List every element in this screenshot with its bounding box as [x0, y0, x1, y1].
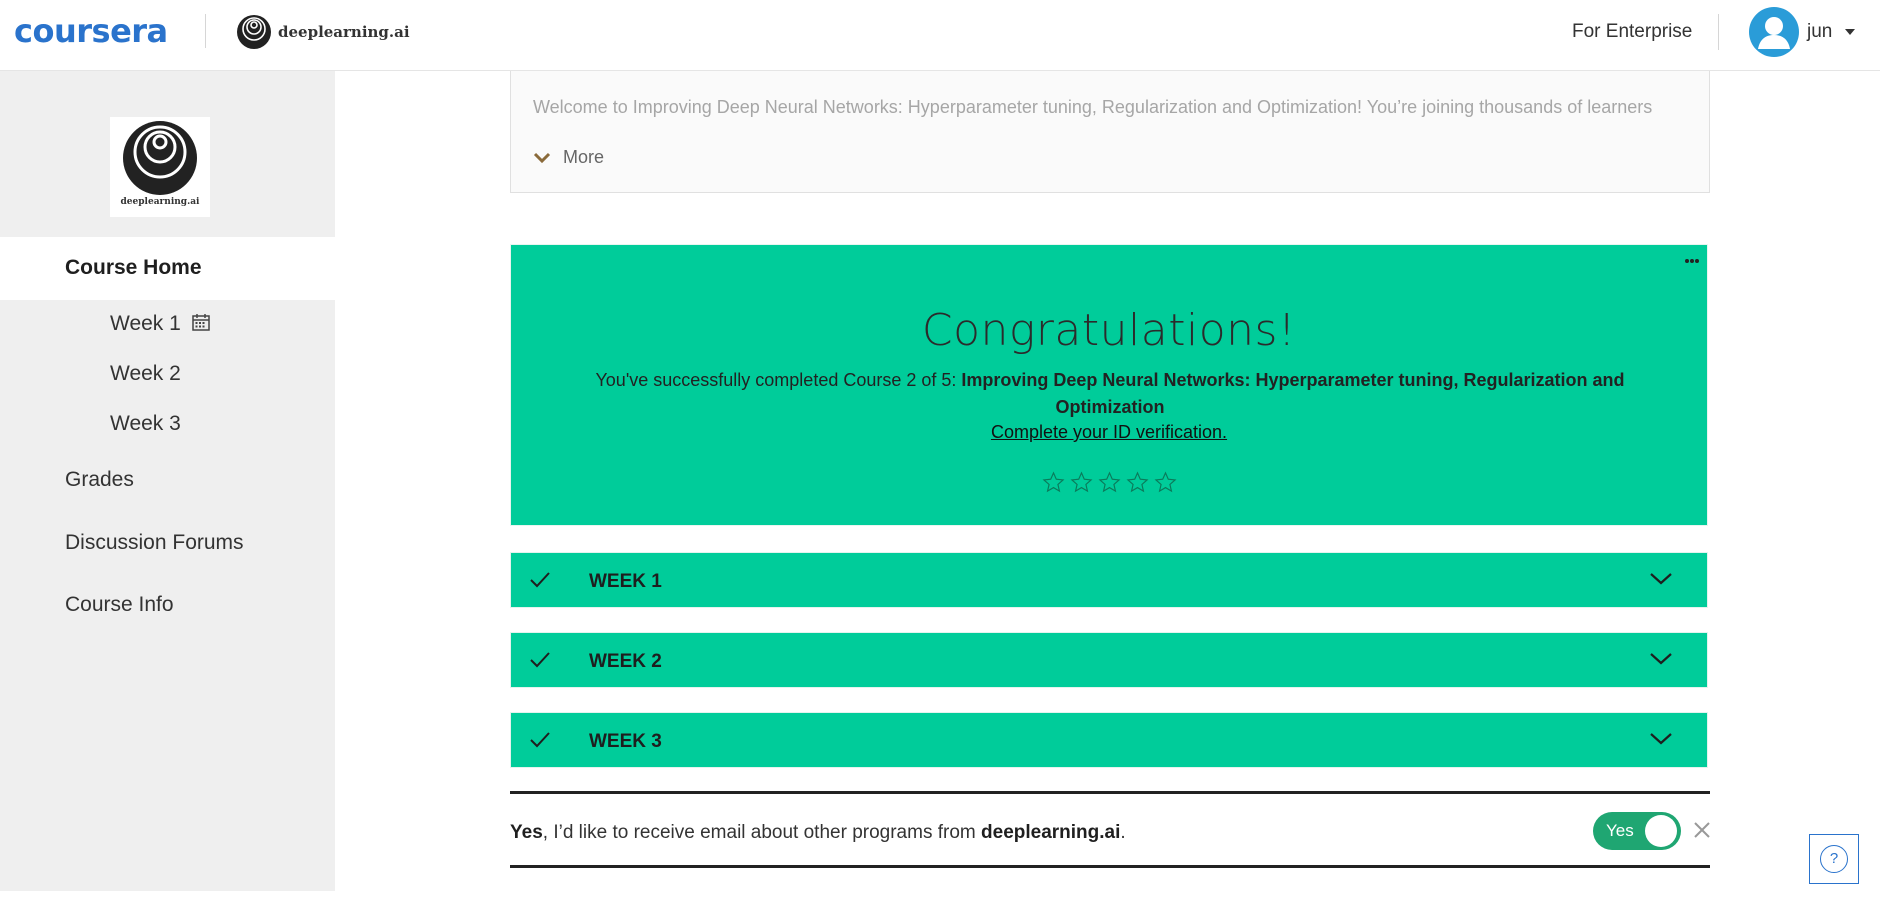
caret-down-icon[interactable]	[1845, 29, 1855, 35]
week-2-section[interactable]: WEEK 2	[510, 632, 1708, 688]
username[interactable]: jun	[1807, 21, 1832, 43]
sidebar-item-week-1[interactable]: Week 1	[110, 312, 181, 336]
help-icon: ?	[1820, 845, 1848, 873]
checkmark-icon	[530, 572, 550, 588]
email-optin-toggle[interactable]: Yes	[1593, 812, 1681, 850]
week-1-section[interactable]: WEEK 1	[510, 552, 1708, 608]
star-icon[interactable]	[1042, 471, 1065, 494]
completion-prefix: You've successfully completed Course 2 o…	[595, 370, 962, 390]
partner-name: deeplearning.ai	[278, 23, 410, 41]
optin-end: .	[1120, 822, 1126, 843]
user-icon	[1758, 17, 1790, 49]
checkmark-icon	[530, 652, 550, 668]
sidebar-item-week-2[interactable]: Week 2	[110, 362, 181, 386]
star-icon[interactable]	[1098, 471, 1121, 494]
top-header: coursera deeplearning.ai For Enterprise …	[0, 0, 1880, 71]
sidebar-item-grades[interactable]: Grades	[65, 468, 134, 492]
deeplearning-logo-icon	[237, 15, 271, 49]
header-divider	[205, 14, 206, 48]
optin-org: deeplearning.ai	[981, 822, 1121, 843]
week-label: WEEK 1	[589, 571, 662, 592]
toggle-label: Yes	[1606, 821, 1634, 840]
congratulations-banner: Congratulations! You've successfully com…	[510, 244, 1708, 526]
star-icon[interactable]	[1154, 471, 1177, 494]
star-icon[interactable]	[1070, 471, 1093, 494]
email-optin-banner: Yes, I’d like to receive email about oth…	[510, 791, 1710, 868]
week-label: WEEK 3	[589, 731, 662, 752]
more-label: More	[563, 147, 605, 167]
week-label: WEEK 2	[589, 651, 662, 672]
id-verification-link[interactable]: Complete your ID verification.	[991, 422, 1227, 442]
course-logo-text: deeplearning.ai	[120, 197, 200, 207]
checkmark-icon	[530, 732, 550, 748]
chevron-down-icon	[533, 152, 551, 163]
sidebar-item-course-home[interactable]: Course Home	[0, 237, 335, 300]
chevron-down-icon[interactable]	[1649, 572, 1673, 586]
avatar[interactable]	[1749, 7, 1799, 57]
toggle-knob	[1645, 815, 1677, 847]
sidebar-item-week-3[interactable]: Week 3	[110, 412, 181, 436]
sidebar-item-discussion-forums[interactable]: Discussion Forums	[65, 531, 244, 555]
course-description: Welcome to Improving Deep Neural Network…	[510, 71, 1710, 193]
calendar-icon	[192, 314, 210, 331]
close-icon[interactable]	[1693, 821, 1711, 839]
more-button[interactable]: More	[533, 147, 604, 168]
week-3-section[interactable]: WEEK 3	[510, 712, 1708, 768]
for-enterprise-link[interactable]: For Enterprise	[1572, 21, 1692, 43]
chevron-down-icon[interactable]	[1649, 732, 1673, 746]
chevron-down-icon[interactable]	[1649, 652, 1673, 666]
deeplearning-logo-icon	[123, 121, 197, 195]
rating-stars	[511, 471, 1707, 494]
more-options-icon[interactable]	[1684, 257, 1700, 265]
course-logo[interactable]: deeplearning.ai	[110, 117, 210, 217]
optin-yes: Yes	[510, 822, 543, 843]
header-divider	[1718, 14, 1719, 50]
email-optin-text: Yes, I’d like to receive email about oth…	[510, 822, 1126, 844]
sidebar-item-label: Course Home	[65, 256, 202, 279]
sidebar-item-course-info[interactable]: Course Info	[65, 593, 174, 617]
course-name: Improving Deep Neural Networks: Hyperpar…	[961, 370, 1625, 417]
star-icon[interactable]	[1126, 471, 1149, 494]
congrats-title: Congratulations!	[921, 305, 1297, 356]
completion-message: You've successfully completed Course 2 o…	[581, 367, 1639, 421]
sidebar: deeplearning.ai Course Home	[0, 71, 335, 891]
description-text: Welcome to Improving Deep Neural Network…	[533, 97, 1653, 117]
partner-logo[interactable]: deeplearning.ai	[236, 14, 410, 50]
coursera-logo[interactable]: coursera	[14, 12, 168, 50]
help-button[interactable]: ?	[1809, 834, 1859, 884]
optin-middle: , I’d like to receive email about other …	[542, 822, 982, 843]
